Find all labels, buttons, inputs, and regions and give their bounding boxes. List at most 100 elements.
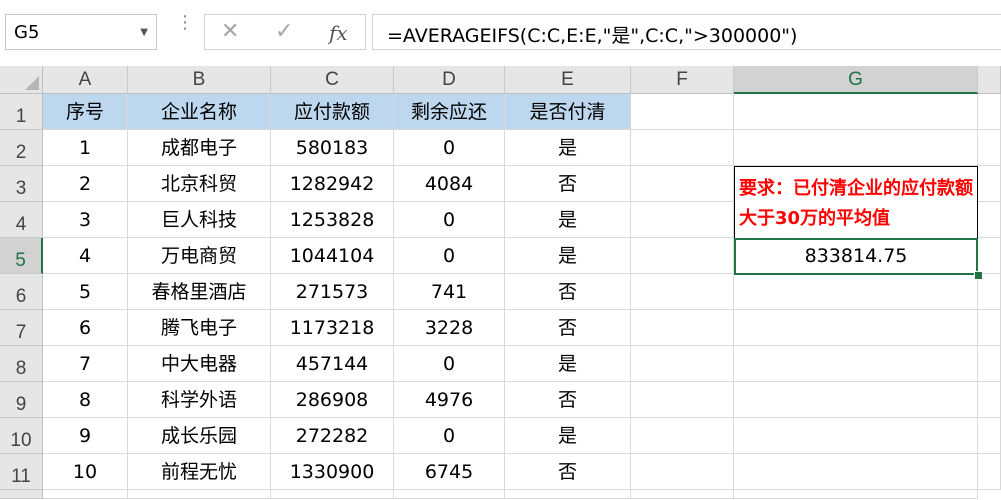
- table-cell[interactable]: 4084: [394, 166, 505, 202]
- table-cell[interactable]: 457144: [271, 346, 394, 382]
- column-header-f[interactable]: F: [631, 66, 734, 94]
- table-cell[interactable]: 成都电子: [128, 130, 271, 166]
- table-cell[interactable]: 巨人科技: [128, 202, 271, 238]
- row-header-8[interactable]: 8: [0, 346, 43, 382]
- table-cell[interactable]: 腾飞电子: [128, 310, 271, 346]
- empty-cell[interactable]: [978, 202, 1001, 238]
- table-cell[interactable]: 272282: [271, 418, 394, 454]
- column-header-b[interactable]: B: [128, 66, 271, 94]
- column-header-d[interactable]: D: [394, 66, 505, 94]
- result-cell-g5[interactable]: 833814.75: [734, 238, 978, 275]
- empty-cell[interactable]: [631, 310, 734, 346]
- drag-handle-icon[interactable]: ⋮: [176, 14, 194, 32]
- table-cell[interactable]: 是: [505, 346, 631, 382]
- empty-cell[interactable]: [978, 238, 1001, 274]
- empty-cell[interactable]: [734, 346, 978, 382]
- empty-cell[interactable]: [631, 346, 734, 382]
- row-header-12[interactable]: [0, 490, 43, 499]
- empty-cell[interactable]: [631, 202, 734, 238]
- empty-cell[interactable]: [631, 274, 734, 310]
- table-cell[interactable]: 3228: [394, 310, 505, 346]
- enter-icon[interactable]: ✓: [275, 19, 293, 44]
- table-cell[interactable]: 1330900: [271, 454, 394, 490]
- empty-cell[interactable]: [734, 94, 978, 130]
- table-cell[interactable]: 2: [43, 166, 128, 202]
- empty-cell[interactable]: [128, 490, 271, 499]
- insert-function-icon[interactable]: fx: [329, 21, 348, 45]
- empty-cell[interactable]: [631, 130, 734, 166]
- empty-cell[interactable]: [734, 274, 978, 310]
- empty-cell[interactable]: [505, 490, 631, 499]
- row-header-9[interactable]: 9: [0, 382, 43, 418]
- empty-cell[interactable]: [734, 490, 978, 499]
- table-header-cell[interactable]: 是否付清: [505, 94, 631, 130]
- table-header-cell[interactable]: 剩余应还: [394, 94, 505, 130]
- empty-cell[interactable]: [978, 418, 1001, 454]
- table-cell[interactable]: 4: [43, 238, 128, 274]
- table-cell[interactable]: 是: [505, 130, 631, 166]
- table-header-cell[interactable]: 应付款额: [271, 94, 394, 130]
- table-cell[interactable]: 否: [505, 310, 631, 346]
- table-cell[interactable]: 1: [43, 130, 128, 166]
- table-cell[interactable]: 580183: [271, 130, 394, 166]
- table-cell[interactable]: 是: [505, 418, 631, 454]
- table-cell[interactable]: 8: [43, 382, 128, 418]
- name-box-dropdown-icon[interactable]: ▼: [140, 27, 148, 38]
- table-header-cell[interactable]: 序号: [43, 94, 128, 130]
- requirement-note-cell[interactable]: 要求：已付清企业的应付款额大于30万的平均值: [734, 166, 978, 238]
- empty-cell[interactable]: [631, 94, 734, 130]
- table-cell[interactable]: 北京科贸: [128, 166, 271, 202]
- empty-cell[interactable]: [631, 166, 734, 202]
- row-header-7[interactable]: 7: [0, 310, 43, 346]
- column-header-a[interactable]: A: [43, 66, 128, 94]
- table-cell[interactable]: 万电商贸: [128, 238, 271, 274]
- empty-cell[interactable]: [631, 490, 734, 499]
- empty-cell[interactable]: [394, 490, 505, 499]
- table-cell[interactable]: 0: [394, 418, 505, 454]
- table-header-cell[interactable]: 企业名称: [128, 94, 271, 130]
- name-box[interactable]: G5 ▼: [5, 14, 157, 50]
- table-cell[interactable]: 春格里酒店: [128, 274, 271, 310]
- table-cell[interactable]: 7: [43, 346, 128, 382]
- formula-input[interactable]: =AVERAGEIFS(C:C,E:E,"是",C:C,">300000"): [372, 14, 1001, 50]
- empty-cell[interactable]: [631, 238, 734, 274]
- empty-cell[interactable]: [271, 490, 394, 499]
- row-header-5[interactable]: 5: [0, 238, 43, 274]
- empty-cell[interactable]: [978, 454, 1001, 490]
- empty-cell[interactable]: [978, 166, 1001, 202]
- row-header-11[interactable]: 11: [0, 454, 43, 490]
- empty-cell[interactable]: [631, 454, 734, 490]
- table-cell[interactable]: 前程无忧: [128, 454, 271, 490]
- empty-cell[interactable]: [978, 382, 1001, 418]
- table-cell[interactable]: 5: [43, 274, 128, 310]
- row-header-4[interactable]: 4: [0, 202, 43, 238]
- column-header-e[interactable]: E: [505, 66, 631, 94]
- row-header-1[interactable]: 1: [0, 94, 43, 130]
- column-header-c[interactable]: C: [271, 66, 394, 94]
- table-cell[interactable]: 0: [394, 202, 505, 238]
- table-cell[interactable]: 4976: [394, 382, 505, 418]
- empty-cell[interactable]: [631, 418, 734, 454]
- table-cell[interactable]: 0: [394, 130, 505, 166]
- empty-cell[interactable]: [978, 94, 1001, 130]
- empty-cell[interactable]: [978, 130, 1001, 166]
- table-cell[interactable]: 科学外语: [128, 382, 271, 418]
- fill-handle[interactable]: [974, 271, 983, 280]
- table-cell[interactable]: 6: [43, 310, 128, 346]
- table-cell[interactable]: 否: [505, 454, 631, 490]
- empty-cell[interactable]: [978, 310, 1001, 346]
- table-cell[interactable]: 1044104: [271, 238, 394, 274]
- table-cell[interactable]: 0: [394, 238, 505, 274]
- table-cell[interactable]: 否: [505, 166, 631, 202]
- table-cell[interactable]: 286908: [271, 382, 394, 418]
- table-cell[interactable]: 9: [43, 418, 128, 454]
- empty-cell[interactable]: [734, 130, 978, 166]
- empty-cell[interactable]: [734, 382, 978, 418]
- table-cell[interactable]: 成长乐园: [128, 418, 271, 454]
- table-cell[interactable]: 是: [505, 202, 631, 238]
- table-cell[interactable]: 741: [394, 274, 505, 310]
- row-header-2[interactable]: 2: [0, 130, 43, 166]
- table-cell[interactable]: 是: [505, 238, 631, 274]
- row-header-6[interactable]: 6: [0, 274, 43, 310]
- select-all-corner[interactable]: [0, 66, 43, 94]
